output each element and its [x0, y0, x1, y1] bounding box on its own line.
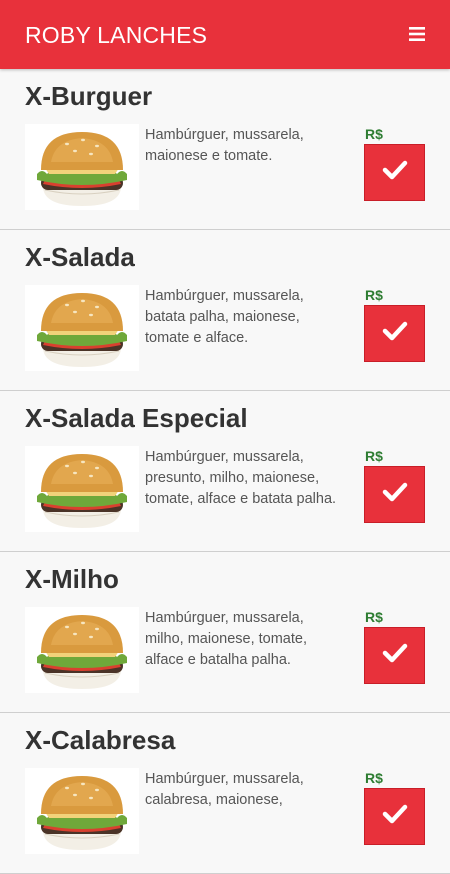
item-price: R$: [365, 448, 383, 464]
burger-image: [25, 124, 139, 210]
item-price: R$: [365, 609, 383, 625]
app-title: ROBY LANCHES: [25, 22, 208, 48]
menu-item: X-Milho Hambúrguer, mussarela, milho, ma…: [0, 552, 450, 713]
burger-image: [25, 285, 139, 371]
menu-list: X-Burguer Hambúrguer, mussarela, maiones…: [0, 69, 450, 874]
item-description: Hambúrguer, mussarela, batata palha, mai…: [145, 288, 304, 346]
check-icon: [382, 804, 408, 829]
item-description: Hambúrguer, mussarela, maionese e tomate…: [145, 127, 304, 164]
select-item-button[interactable]: [364, 788, 425, 845]
menu-item: X-Salada Especial Hambúrguer, mussarela,…: [0, 391, 450, 552]
check-icon: [382, 482, 408, 507]
select-item-button[interactable]: [364, 627, 425, 684]
check-icon: [382, 160, 408, 185]
menu-item: X-Salada Hambúrguer, mussarela, batata p…: [0, 230, 450, 391]
check-icon: [382, 643, 408, 668]
menu-item: X-Calabresa Hambúrguer, mussarela, calab…: [0, 713, 450, 874]
select-item-button[interactable]: [364, 144, 425, 201]
item-name: X-Calabresa: [25, 725, 176, 755]
check-icon: [382, 321, 408, 346]
item-name: X-Salada: [25, 242, 135, 272]
burger-image: [25, 768, 139, 854]
item-description: Hambúrguer, mussarela, calabresa, maione…: [145, 771, 304, 808]
menu-item: X-Burguer Hambúrguer, mussarela, maiones…: [0, 69, 450, 230]
item-price: R$: [365, 126, 383, 142]
select-item-button[interactable]: [364, 466, 425, 523]
item-price: R$: [365, 287, 383, 303]
app-bar: ROBY LANCHES: [0, 0, 450, 69]
item-name: X-Milho: [25, 564, 119, 594]
item-name: X-Salada Especial: [25, 403, 248, 433]
burger-image: [25, 607, 139, 693]
hamburger-menu-icon[interactable]: [406, 25, 428, 43]
burger-image: [25, 446, 139, 532]
item-price: R$: [365, 770, 383, 786]
select-item-button[interactable]: [364, 305, 425, 362]
item-name: X-Burguer: [25, 81, 153, 111]
item-description: Hambúrguer, mussarela, milho, maionese, …: [145, 610, 307, 668]
item-description: Hambúrguer, mussarela, presunto, milho, …: [145, 449, 337, 507]
